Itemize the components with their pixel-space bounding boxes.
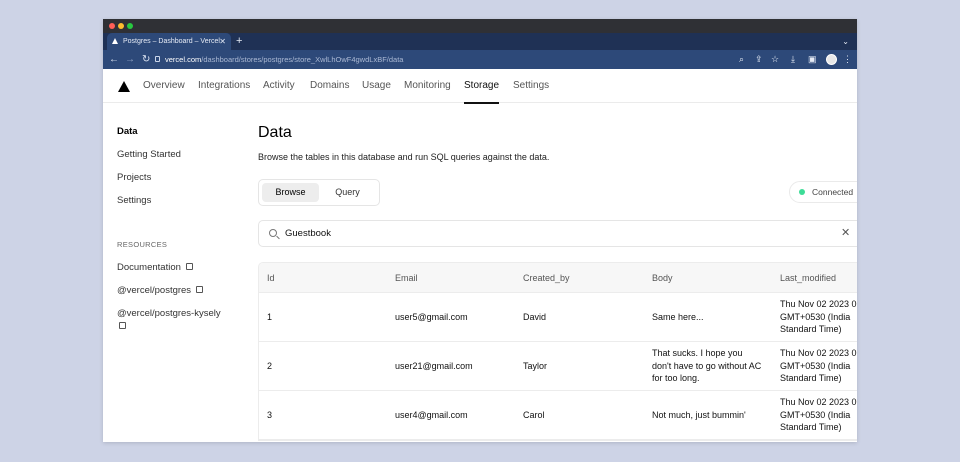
status-text: Connected (812, 187, 854, 197)
forward-arrow-icon[interactable]: → (125, 50, 135, 69)
resource-link-vercel-postgres-kysely[interactable]: @vercel/postgres-kysely (117, 308, 237, 332)
nav-domains[interactable]: Domains (310, 69, 349, 103)
browser-menu-icon[interactable]: ⋮ (843, 50, 852, 69)
back-arrow-icon[interactable]: ← (109, 50, 119, 69)
nav-activity[interactable]: Activity (263, 69, 295, 103)
cell-body: Same here... (652, 312, 704, 322)
sidebar-item-getting-started[interactable]: Getting Started (117, 149, 181, 160)
nav-usage[interactable]: Usage (362, 69, 391, 103)
cell-body: That sucks. I hope you don't have to go … (652, 348, 762, 383)
bookmark-star-icon[interactable]: ☆ (771, 50, 779, 69)
page-description: Browse the tables in this database and r… (258, 152, 550, 162)
table-header: Id Email Created_by Body Last_modified (259, 263, 857, 293)
column-header-id[interactable]: Id (267, 263, 275, 293)
vercel-favicon-icon (112, 38, 118, 44)
sidebar-item-data[interactable]: Data (117, 126, 138, 137)
table-row[interactable]: 2 user21@gmail.com Taylor That sucks. I … (259, 342, 857, 391)
tab-query[interactable]: Query (319, 183, 376, 202)
tab-browse[interactable]: Browse (262, 183, 319, 202)
profile-avatar[interactable] (826, 54, 837, 65)
connection-status-badge: Connected (789, 181, 857, 203)
page-title: Data (258, 124, 292, 141)
address-bar: ← → ↻ vercel.com/dashboard/stores/postgr… (103, 50, 857, 69)
column-header-email[interactable]: Email (395, 263, 418, 293)
cell-id: 1 (267, 312, 273, 322)
cell-email: user21@gmail.com (395, 361, 473, 371)
browser-tab[interactable]: Postgres – Dashboard – Vercel ✕ (107, 33, 231, 50)
cell-last-modified: Thu Nov 02 2023 0 GMT+0530 (India Standa… (780, 397, 857, 432)
resource-link-vercel-postgres[interactable]: @vercel/postgres (117, 285, 204, 296)
nav-settings[interactable]: Settings (513, 69, 549, 103)
share-icon[interactable]: ⇪ (755, 50, 763, 69)
resource-link-label: @vercel/postgres (117, 285, 192, 296)
maximize-window-button[interactable] (127, 23, 133, 29)
tab-title: Postgres – Dashboard – Vercel (123, 38, 220, 45)
cell-email: user4@gmail.com (395, 410, 468, 420)
external-link-icon (185, 263, 193, 270)
nav-overview[interactable]: Overview (143, 69, 185, 103)
resources-heading: RESOURCES (117, 240, 168, 249)
url-path: /dashboard/stores/postgres/store_XwlLhOw… (201, 55, 404, 64)
zoom-icon[interactable]: ⌕ (739, 50, 744, 69)
column-header-body[interactable]: Body (652, 263, 673, 293)
search-icon (269, 229, 277, 237)
cell-id: 3 (267, 410, 273, 420)
cell-last-modified: Thu Nov 02 2023 0 GMT+0530 (India Standa… (780, 299, 857, 334)
app-top-nav: Overview Integrations Activity Domains U… (103, 69, 857, 104)
data-table: Id Email Created_by Body Last_modified 1… (258, 262, 857, 441)
tab-search-chevron-icon[interactable]: ⌄ (842, 33, 849, 50)
clear-search-icon[interactable]: ✕ (841, 221, 850, 246)
side-panel-icon[interactable]: ▣ (808, 50, 817, 69)
search-value: Guestbook (285, 228, 331, 239)
nav-integrations[interactable]: Integrations (198, 69, 250, 103)
cell-created-by: David (523, 312, 547, 322)
status-dot-icon (799, 189, 805, 195)
sidebar-item-projects[interactable]: Projects (117, 172, 151, 183)
download-icon[interactable]: ⤓ (791, 50, 795, 69)
cell-email: user5@gmail.com (395, 312, 468, 322)
external-link-icon (196, 286, 204, 293)
column-header-last-modified[interactable]: Last_modified (780, 263, 836, 293)
minimize-window-button[interactable] (118, 23, 124, 29)
table-search-input[interactable]: Guestbook ✕ (258, 220, 857, 247)
new-tab-icon[interactable]: + (236, 33, 242, 50)
sidebar-item-settings[interactable]: Settings (117, 195, 151, 206)
external-link-icon (119, 322, 126, 329)
resource-link-label: Documentation (117, 262, 181, 273)
cell-created-by: Taylor (523, 361, 548, 371)
window-titlebar (103, 19, 857, 33)
cell-last-modified: Thu Nov 02 2023 0 GMT+0530 (India Standa… (780, 348, 857, 383)
url-field[interactable]: vercel.com/dashboard/stores/postgres/sto… (165, 50, 403, 69)
cell-body: Not much, just bummin' (652, 410, 746, 420)
url-host: vercel.com (165, 55, 202, 64)
resource-link-label: @vercel/postgres-kysely (117, 308, 221, 319)
lock-icon (155, 56, 160, 62)
nav-monitoring[interactable]: Monitoring (404, 69, 451, 103)
close-tab-icon[interactable]: ✕ (219, 33, 226, 50)
cell-id: 2 (267, 361, 273, 371)
nav-storage[interactable]: Storage (464, 69, 500, 104)
column-header-created-by[interactable]: Created_by (523, 263, 570, 293)
browser-window: Postgres – Dashboard – Vercel ✕ + ⌄ ← → … (103, 19, 857, 442)
tab-strip: Postgres – Dashboard – Vercel ✕ + ⌄ (103, 33, 857, 50)
browse-query-toggle: Browse Query (258, 179, 380, 206)
table-row[interactable]: 3 user4@gmail.com Carol Not much, just b… (259, 391, 857, 440)
cell-created-by: Carol (523, 410, 545, 420)
table-row[interactable]: 1 user5@gmail.com David Same here... Thu… (259, 293, 857, 342)
close-window-button[interactable] (109, 23, 115, 29)
reload-icon[interactable]: ↻ (142, 50, 150, 69)
vercel-logo-icon[interactable] (118, 81, 130, 92)
resource-link-documentation[interactable]: Documentation (117, 262, 193, 273)
